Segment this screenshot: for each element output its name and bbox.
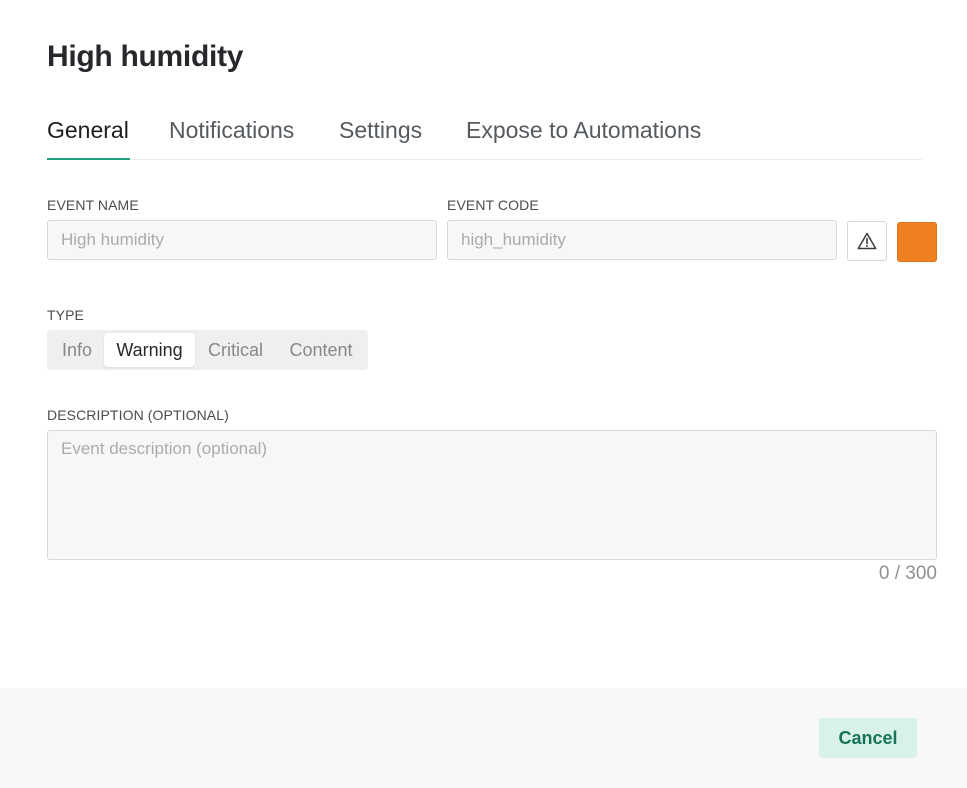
description-textarea[interactable] [47,430,937,560]
type-option-info[interactable]: Info [52,333,102,367]
description-char-counter: 0 / 300 [878,563,937,584]
type-label: TYPE [47,307,84,323]
event-icon-button[interactable] [847,221,887,261]
tab-notifications[interactable]: Notifications [169,117,294,160]
event-code-label: EVENT CODE [447,197,539,213]
event-name-input[interactable] [47,220,437,260]
tab-general[interactable]: General [47,117,130,160]
type-option-warning[interactable]: Warning [104,333,195,367]
event-dialog: High humidity General Notifications Sett… [0,0,967,788]
cancel-button[interactable]: Cancel [819,718,917,758]
tab-bar: General Notifications Settings Expose to… [47,110,922,160]
event-code-input[interactable] [447,220,837,260]
dialog-footer: Cancel [0,688,967,788]
dialog-title: High humidity [47,40,244,73]
event-name-label: EVENT NAME [47,197,139,213]
tab-expose-to-automations[interactable]: Expose to Automations [466,117,701,160]
tab-settings[interactable]: Settings [339,117,422,160]
type-option-content[interactable]: Content [276,333,366,367]
event-color-button[interactable] [897,222,937,262]
type-selector: Info Warning Critical Content [47,330,368,370]
description-label: DESCRIPTION (OPTIONAL) [47,407,229,423]
type-option-critical[interactable]: Critical [197,333,274,367]
warning-triangle-icon [857,232,877,250]
